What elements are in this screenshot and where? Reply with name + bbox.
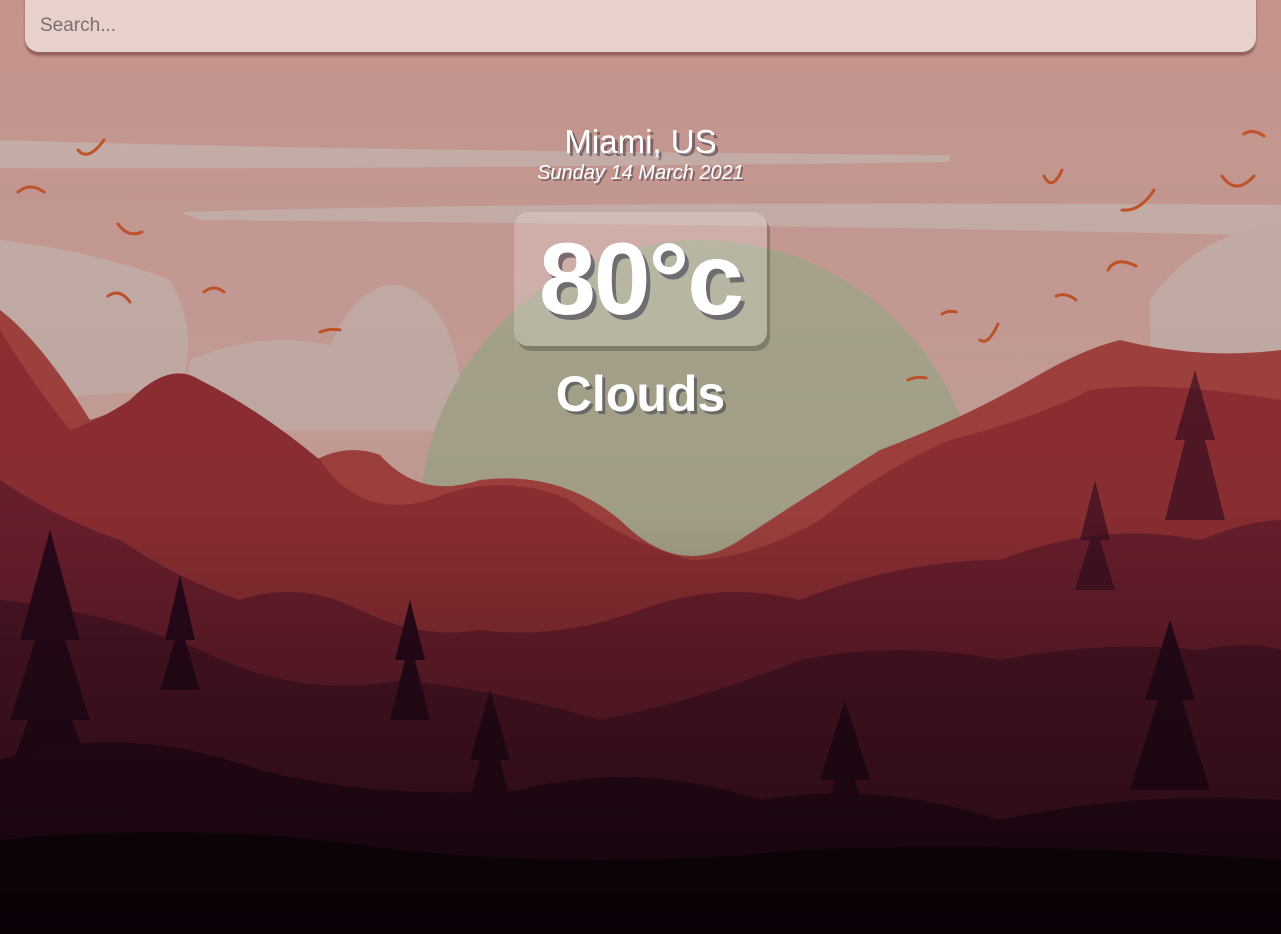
weather-condition: Clouds (555, 366, 726, 422)
temperature: 80°c (514, 212, 767, 346)
weather-box: 80°c Clouds (0, 212, 1281, 424)
search-input[interactable] (25, 6, 1256, 46)
search-bar (25, 0, 1256, 52)
location-name: Miami, US (564, 123, 717, 160)
location-box: Miami, US Sunday 14 March 2021 (0, 122, 1281, 184)
current-date: Sunday 14 March 2021 (537, 162, 744, 184)
weather-app: Miami, US Sunday 14 March 2021 80°c Clou… (0, 0, 1281, 934)
